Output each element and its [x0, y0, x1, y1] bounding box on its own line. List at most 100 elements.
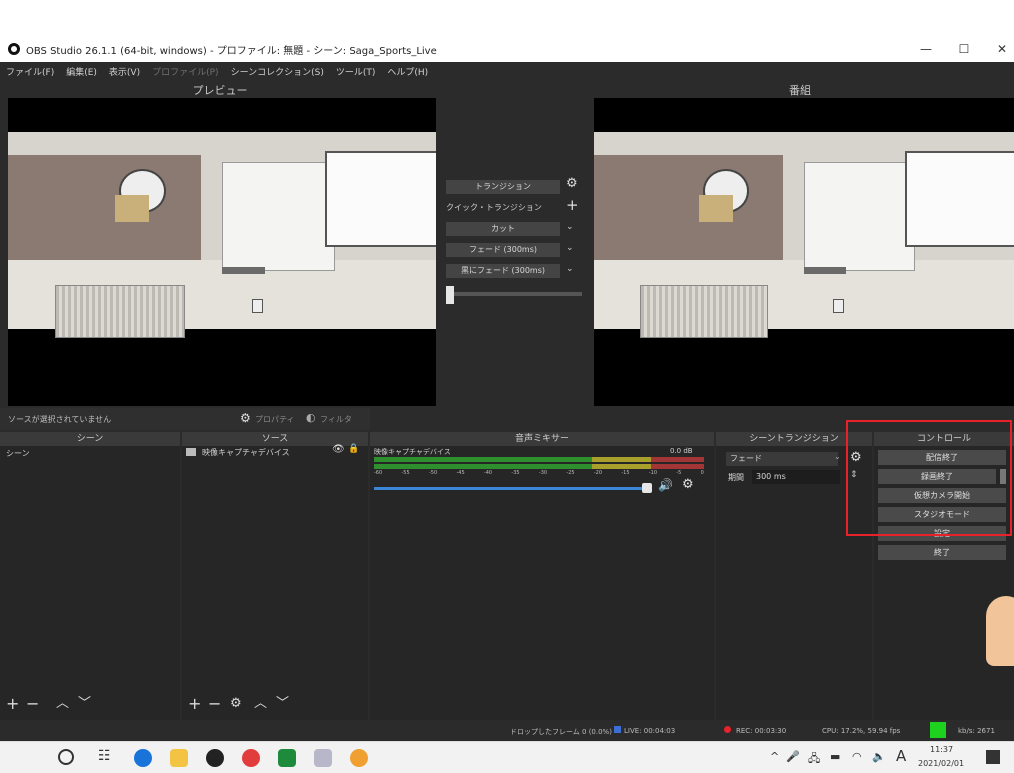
obs-taskbar-icon[interactable]	[206, 749, 224, 767]
obs-window: OBS Studio 26.1.1 (64-bit, windows) - プロ…	[0, 36, 1014, 741]
duration-input[interactable]: 300 ms	[752, 470, 840, 484]
meter-tick: -25	[566, 470, 575, 476]
transition-button[interactable]: トランジション	[446, 180, 560, 194]
file-explorer-icon[interactable]	[170, 749, 188, 767]
filters-button[interactable]: フィルタ	[320, 414, 352, 425]
preview-title: プレビュー	[192, 84, 248, 97]
tray-expand-icon[interactable]: ^	[770, 750, 779, 763]
meter-tick: -50	[428, 470, 438, 476]
task-view-icon[interactable]: ☷	[98, 748, 111, 764]
live-time: LIVE: 00:04:03	[624, 727, 676, 735]
scene-down-icon[interactable]: ﹀	[78, 694, 91, 714]
volume-meter	[374, 464, 704, 469]
add-quick-transition-button[interactable]: +	[566, 196, 579, 214]
menu-scene-collection[interactable]: シーンコレクション(S)	[231, 65, 324, 78]
mic-icon: 🎤	[786, 750, 800, 763]
volume-icon[interactable]: 🔈	[872, 750, 886, 763]
preview-canvas[interactable]	[8, 98, 436, 406]
battery-icon[interactable]: ▬	[830, 750, 840, 763]
scene-list-item[interactable]: シーン	[6, 448, 30, 459]
mixer-dock-title: 音声ミキサー	[370, 432, 714, 446]
chevron-down-icon[interactable]: ⌄	[834, 452, 841, 461]
meter-tick: -45	[456, 470, 465, 476]
excel-icon[interactable]	[278, 749, 296, 767]
lock-icon[interactable]: 🔒	[348, 444, 359, 454]
window-title: OBS Studio 26.1.1 (64-bit, windows) - プロ…	[26, 45, 437, 57]
menu-edit[interactable]: 編集(E)	[66, 65, 97, 78]
status-bar: ドロップしたフレーム 0 (0.0%) LIVE: 00:04:03 REC: …	[0, 721, 1014, 741]
meter-tick: -55	[401, 470, 410, 476]
meter-tick: -20	[593, 470, 603, 476]
mixer-channel-name: 映像キャプチャデバイス	[374, 448, 451, 456]
minimize-button[interactable]: —	[908, 36, 944, 62]
app-icon[interactable]	[242, 749, 260, 767]
dropped-frames: ドロップしたフレーム 0 (0.0%)	[510, 728, 612, 736]
transition-gear-icon[interactable]: ⚙	[566, 176, 578, 191]
search-icon[interactable]	[58, 749, 74, 765]
meter-tick: -35	[511, 470, 520, 476]
meter-tick: -60	[374, 470, 383, 476]
network-icon[interactable]: 🖧	[808, 750, 820, 769]
maximize-button[interactable]: ☐	[946, 36, 982, 62]
duration-label: 期間	[728, 473, 744, 482]
volume-slider-track[interactable]	[374, 487, 644, 490]
meter-tick: -30	[538, 470, 548, 476]
eye-icon[interactable]: 👁	[332, 444, 345, 455]
properties-button[interactable]: プロパティ	[255, 414, 295, 425]
ime-indicator[interactable]: A	[896, 747, 906, 765]
cpu-usage: CPU: 17.2%, 59.94 fps	[822, 727, 901, 735]
quick-transition-fade[interactable]: フェード (300ms)	[446, 243, 560, 257]
quick-transition-fade-black[interactable]: 黒にフェード (300ms)	[446, 264, 560, 278]
title-bar[interactable]: OBS Studio 26.1.1 (64-bit, windows) - プロ…	[0, 36, 1014, 62]
mixer-gear-icon[interactable]: ⚙	[682, 477, 694, 492]
menu-profile[interactable]: プロファイル(P)	[152, 65, 218, 78]
remove-scene-button[interactable]: −	[26, 694, 39, 714]
add-source-button[interactable]: +	[188, 694, 201, 714]
speaker-icon[interactable]: 🔊	[658, 478, 673, 492]
highlight-box	[846, 420, 1012, 536]
properties-gear-icon[interactable]: ⚙	[240, 411, 251, 425]
scenes-dock: シーン シーン + − ︿ ﹀	[0, 432, 180, 720]
menu-view[interactable]: 表示(V)	[109, 65, 140, 78]
t-bar-track[interactable]	[446, 292, 582, 296]
chevron-down-icon[interactable]: ⌄	[566, 222, 574, 232]
menu-help[interactable]: ヘルプ(H)	[387, 65, 428, 78]
source-down-icon[interactable]: ﹀	[276, 694, 289, 714]
transition-type-select[interactable]: フェード	[726, 452, 838, 466]
close-button[interactable]: ✕	[984, 36, 1014, 62]
scene-up-icon[interactable]: ︿	[56, 694, 69, 714]
edge-browser-icon[interactable]	[134, 749, 152, 767]
clock-date[interactable]: 2021/02/01	[918, 759, 964, 768]
paint-icon[interactable]	[314, 749, 332, 767]
wifi-icon[interactable]: ◠	[852, 750, 862, 763]
sources-dock: ソース 映像キャプチャデバイス 👁 🔒 + − ⚙ ︿ ﹀	[182, 432, 368, 720]
rec-icon	[724, 726, 731, 733]
mixer-level-db: 0.0 dB	[670, 447, 693, 455]
chevron-down-icon[interactable]: ⌄	[566, 243, 574, 253]
menu-file[interactable]: ファイル(F)	[6, 65, 54, 78]
source-list-item[interactable]: 映像キャプチャデバイス	[202, 447, 290, 458]
chrome-icon[interactable]	[350, 749, 368, 767]
menu-tools[interactable]: ツール(T)	[336, 65, 376, 78]
volume-slider-handle[interactable]	[642, 483, 652, 493]
exit-button[interactable]: 終了	[878, 545, 1006, 560]
obs-logo-icon	[8, 43, 20, 55]
quick-transition-label: クイック・トランジション	[446, 203, 542, 212]
volume-meter	[374, 457, 704, 462]
preview-image	[8, 132, 436, 364]
filters-icon[interactable]: ◐	[306, 411, 316, 424]
audio-mixer-dock: 音声ミキサー 映像キャプチャデバイス 0.0 dB -60 -55 -50 -4…	[370, 432, 714, 720]
add-scene-button[interactable]: +	[6, 694, 19, 714]
notification-icon[interactable]	[986, 750, 1000, 764]
source-gear-icon[interactable]: ⚙	[230, 694, 242, 714]
remove-source-button[interactable]: −	[208, 694, 221, 714]
t-bar-handle[interactable]	[446, 286, 454, 304]
source-up-icon[interactable]: ︿	[254, 694, 267, 714]
quick-transition-cut[interactable]: カット	[446, 222, 560, 236]
chevron-down-icon[interactable]: ⌄	[566, 264, 574, 274]
meter-ticks: -60 -55 -50 -45 -40 -35 -30 -25 -20 -15 …	[374, 470, 704, 478]
clock-time[interactable]: 11:37	[930, 745, 953, 754]
meter-tick: 0	[700, 470, 704, 476]
meter-tick: -15	[621, 470, 630, 476]
program-canvas	[594, 98, 1014, 406]
